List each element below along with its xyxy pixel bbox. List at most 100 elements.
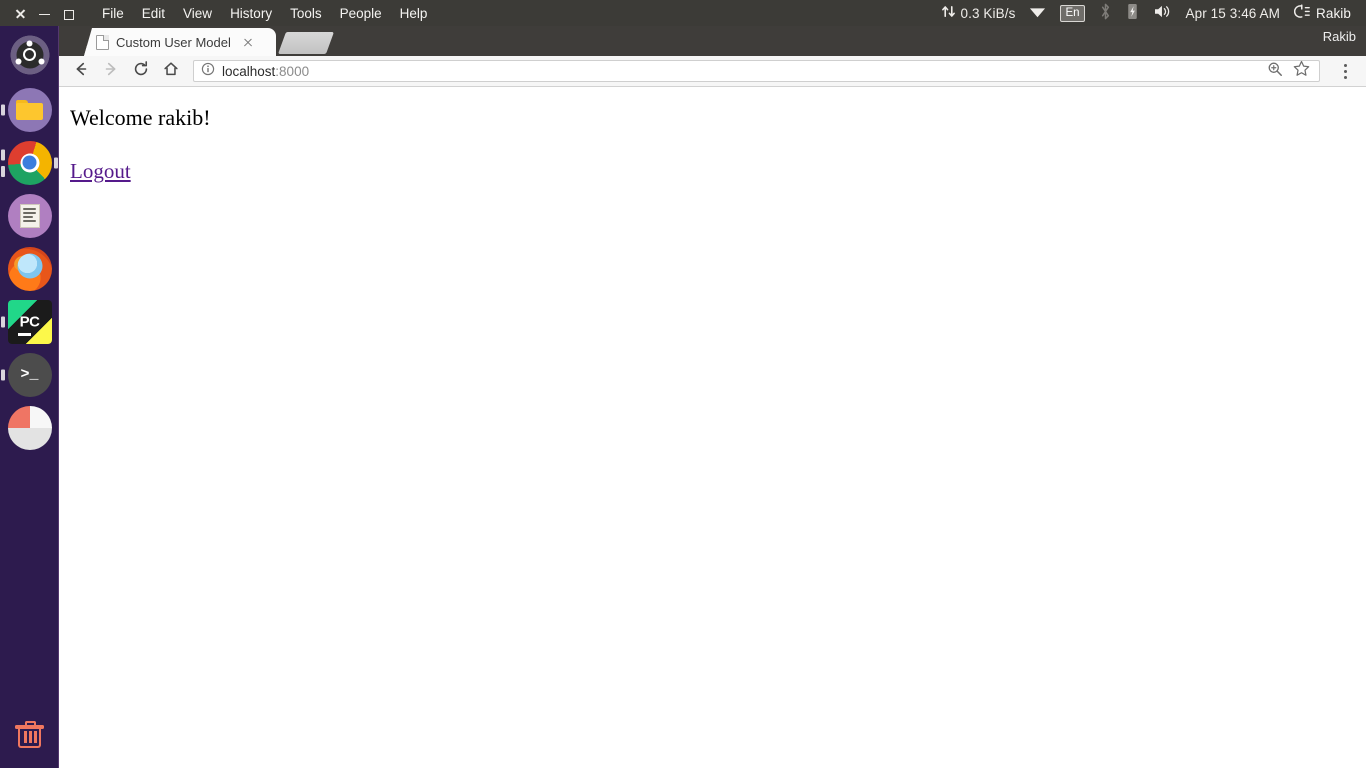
reload-icon <box>132 60 150 83</box>
address-bar[interactable]: localhost:8000 <box>193 60 1320 82</box>
window-user-label: Rakib <box>1322 29 1356 44</box>
chrome-browser-window: Custom User Model Rakib localhost:8000 W… <box>59 26 1366 768</box>
volume-indicator[interactable] <box>1146 0 1179 26</box>
top-panel: File Edit View History Tools People Help… <box>0 0 1366 26</box>
browser-tab-active[interactable]: Custom User Model <box>84 28 276 56</box>
menu-help[interactable]: Help <box>391 3 437 24</box>
ubuntu-dot-left <box>15 58 21 64</box>
star-icon[interactable] <box>1293 60 1310 82</box>
terminal-icon: >_ <box>7 352 52 397</box>
pycharm-icon: PC <box>7 299 52 344</box>
ubuntu-ring <box>23 48 36 61</box>
network-speed-value: 0.3 KiB/s <box>960 5 1016 21</box>
unity-launcher: PC >_ <box>0 26 59 768</box>
session-user-label: Rakib <box>1315 5 1351 21</box>
launcher-item-firefox[interactable] <box>0 242 59 295</box>
page-icon <box>96 34 109 50</box>
menu-file[interactable]: File <box>93 3 133 24</box>
tab-strip: Custom User Model Rakib <box>59 26 1366 56</box>
address-bar-text: localhost:8000 <box>222 64 309 79</box>
launcher-item-pycharm[interactable]: PC <box>0 295 59 348</box>
back-button[interactable] <box>67 57 95 85</box>
running-indicator-left <box>1 316 5 327</box>
upload-download-arrows-icon <box>941 4 956 22</box>
trash-icon <box>15 721 44 748</box>
document-glyph <box>19 203 40 228</box>
forward-arrow-icon <box>102 60 120 83</box>
running-indicator-left <box>1 369 5 380</box>
pycharm-badge-label: PC <box>19 313 40 330</box>
running-indicator-left-2 <box>1 165 5 177</box>
software-center-icon <box>7 405 52 450</box>
launcher-item-ubuntu-dash[interactable] <box>0 26 59 83</box>
launcher-item-chrome[interactable] <box>0 136 59 189</box>
keyboard-layout-indicator[interactable]: En <box>1053 0 1091 26</box>
minimize-icon[interactable] <box>38 7 51 20</box>
window-controls <box>0 7 75 20</box>
url-host: localhost <box>222 63 276 79</box>
ubuntu-dot-top <box>26 40 33 46</box>
running-indicator-left <box>1 104 5 115</box>
folder-glyph <box>16 99 43 120</box>
clock-label: Apr 15 3:46 AM <box>1185 5 1280 21</box>
reload-button[interactable] <box>127 57 155 85</box>
page-content: Welcome rakib! Logout <box>59 87 1366 768</box>
browser-tab-title: Custom User Model <box>116 34 231 50</box>
bluetooth-indicator[interactable] <box>1092 0 1119 26</box>
session-menu[interactable]: Rakib <box>1287 0 1358 26</box>
menu-tools[interactable]: Tools <box>281 3 331 24</box>
menu-history[interactable]: History <box>221 3 281 24</box>
menu-edit[interactable]: Edit <box>133 3 174 24</box>
logout-link[interactable]: Logout <box>70 159 131 184</box>
keyboard-layout-label: En <box>1060 4 1085 22</box>
system-tray: 0.3 KiB/s En Apr 15 3:46 AM Rakib <box>934 0 1366 26</box>
launcher-item-writer[interactable] <box>0 189 59 242</box>
back-arrow-icon <box>72 60 90 83</box>
firefox-icon <box>7 246 52 291</box>
new-tab-button[interactable] <box>277 32 335 54</box>
close-icon[interactable] <box>14 7 27 20</box>
screen: File Edit View History Tools People Help… <box>0 0 1366 768</box>
battery-indicator[interactable] <box>1119 0 1146 26</box>
page-title: Welcome rakib! <box>70 105 211 130</box>
writer-icon <box>7 193 52 238</box>
three-dot-menu-icon[interactable] <box>1332 58 1358 84</box>
home-icon <box>162 60 180 83</box>
pycharm-underline <box>17 333 31 336</box>
url-port: :8000 <box>275 63 310 79</box>
info-circle-icon[interactable] <box>201 62 215 81</box>
battery-charging-icon <box>1126 3 1139 23</box>
launcher-item-terminal[interactable]: >_ <box>0 348 59 401</box>
menu-people[interactable]: People <box>331 3 391 24</box>
chrome-icon <box>7 140 52 185</box>
launcher-item-trash[interactable] <box>0 709 59 762</box>
power-session-icon <box>1293 4 1311 22</box>
home-button[interactable] <box>157 57 185 85</box>
browser-toolbar: localhost:8000 <box>59 56 1366 87</box>
omnibox-actions <box>1267 60 1312 82</box>
files-icon <box>7 87 52 132</box>
clock-indicator[interactable]: Apr 15 3:46 AM <box>1179 0 1287 26</box>
trash-body <box>18 729 41 748</box>
ubuntu-logo-icon <box>7 32 52 77</box>
chrome-core <box>20 153 39 172</box>
zoom-in-icon[interactable] <box>1267 61 1283 82</box>
close-icon[interactable] <box>240 34 256 50</box>
wifi-icon <box>1029 5 1046 22</box>
bluetooth-icon <box>1099 3 1112 23</box>
running-indicator-left-1 <box>1 149 5 160</box>
ubuntu-logo-inner <box>15 40 44 68</box>
network-speed-indicator[interactable]: 0.3 KiB/s <box>934 0 1023 26</box>
wifi-indicator[interactable] <box>1022 0 1053 26</box>
forward-button[interactable] <box>97 57 125 85</box>
launcher-item-software[interactable] <box>0 401 59 454</box>
firefox-globe <box>17 253 43 279</box>
launcher-item-files[interactable] <box>0 83 59 136</box>
terminal-prompt-glyph: >_ <box>20 366 39 383</box>
volume-icon <box>1153 4 1172 22</box>
maximize-icon[interactable] <box>62 7 75 20</box>
menu-view[interactable]: View <box>174 3 221 24</box>
focused-indicator-right <box>54 157 58 168</box>
global-menu-bar: File Edit View History Tools People Help <box>93 3 436 24</box>
ubuntu-dot-right <box>38 58 44 64</box>
